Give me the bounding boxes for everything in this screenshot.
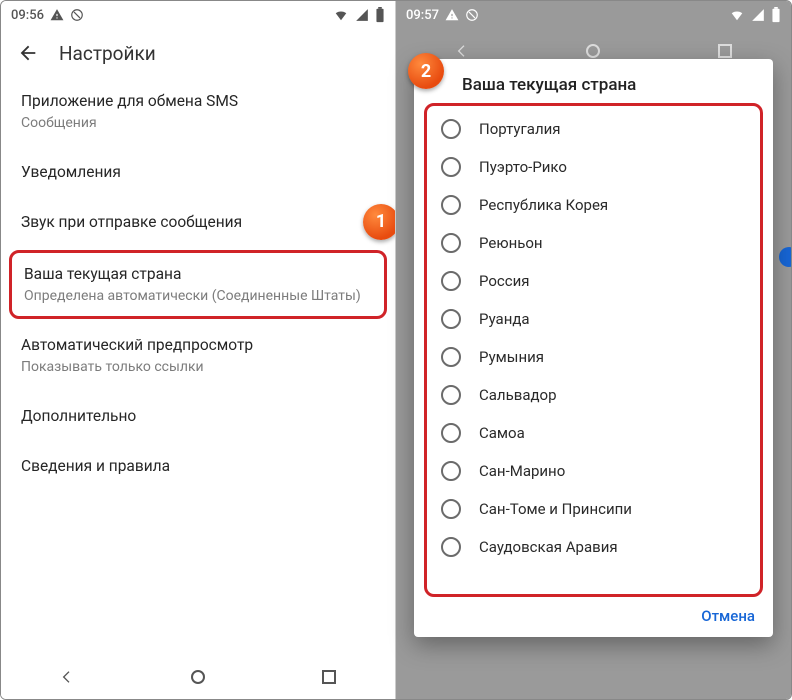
country-option[interactable]: Реюньон [427, 224, 760, 262]
country-option[interactable]: Сан-Томе и Принсипи [427, 490, 760, 528]
app-bar: Настройки [1, 29, 395, 77]
wifi-icon [729, 8, 745, 22]
radio-icon [441, 309, 461, 329]
callout-badge-2: 2 [408, 53, 444, 89]
item-notifications[interactable]: Уведомления [1, 148, 395, 198]
nav-bar [1, 655, 395, 699]
phone-left: 09:56 Настройки Приложение для обмена SM… [1, 1, 396, 699]
radio-icon [441, 537, 461, 557]
wifi-icon [333, 8, 349, 22]
warning-icon [50, 8, 64, 22]
country-option[interactable]: Самоа [427, 414, 760, 452]
nav-recent-icon[interactable] [318, 666, 340, 688]
nav-home-icon[interactable] [187, 666, 209, 688]
item-sms-app[interactable]: Приложение для обмена SMS Сообщения [1, 77, 395, 148]
battery-icon [771, 7, 781, 23]
status-bar: 09:57 [396, 1, 791, 29]
item-title: Звук при отправке сообщения [21, 212, 375, 233]
country-dialog: 2 Ваша текущая страна Португалия Пуэрто-… [414, 59, 773, 637]
radio-icon [441, 233, 461, 253]
country-option[interactable]: Саудовская Аравия [427, 528, 760, 566]
radio-icon [441, 347, 461, 367]
dialog-actions: Отмена [414, 601, 773, 637]
item-title: Автоматический предпросмотр [21, 335, 375, 356]
item-advanced[interactable]: Дополнительно [1, 392, 395, 442]
item-title: Уведомления [21, 162, 375, 183]
radio-icon [441, 271, 461, 291]
radio-icon [441, 385, 461, 405]
radio-icon [441, 119, 461, 139]
no-sync-icon [465, 8, 479, 22]
country-option[interactable]: Сан-Марино [427, 452, 760, 490]
phone-right: 09:57 ПриСоо Уве Зву ВашОпр Шта АвтПок Д… [396, 1, 791, 699]
country-option[interactable]: Пуэрто-Рико [427, 148, 760, 186]
dialog-title: Ваша текущая страна [414, 59, 773, 103]
battery-icon [375, 7, 385, 23]
item-about[interactable]: Сведения и правила [1, 442, 395, 492]
page-title: Настройки [59, 42, 156, 65]
signal-icon [751, 8, 765, 22]
country-option[interactable]: Румыния [427, 338, 760, 376]
radio-icon [441, 423, 461, 443]
item-title: Дополнительно [21, 406, 375, 427]
status-time: 09:56 [11, 8, 44, 23]
signal-icon [355, 8, 369, 22]
country-option[interactable]: Сальвадор [427, 376, 760, 414]
back-arrow-icon[interactable] [17, 42, 39, 64]
country-list[interactable]: Португалия Пуэрто-Рико Республика Корея … [424, 103, 763, 597]
item-auto-preview[interactable]: Автоматический предпросмотр Показывать т… [1, 321, 395, 392]
radio-icon [441, 499, 461, 519]
radio-icon [441, 195, 461, 215]
callout-badge-1: 1 [363, 204, 395, 240]
no-sync-icon [70, 8, 84, 22]
country-dialog-backdrop[interactable]: 2 Ваша текущая страна Португалия Пуэрто-… [396, 29, 791, 655]
country-option[interactable]: Руанда [427, 300, 760, 338]
nav-back-icon[interactable] [56, 666, 78, 688]
item-title: Сведения и правила [21, 456, 375, 477]
radio-icon [441, 157, 461, 177]
item-current-country[interactable]: Ваша текущая страна Определена автоматич… [9, 250, 387, 320]
item-sub: Сообщения [21, 114, 375, 133]
radio-icon [441, 461, 461, 481]
item-title: Приложение для обмена SMS [21, 91, 375, 112]
item-sub: Определена автоматически (Соединенные Шт… [24, 287, 372, 306]
item-sub: Показывать только ссылки [21, 358, 375, 377]
country-option[interactable]: Россия [427, 262, 760, 300]
settings-list: Приложение для обмена SMS Сообщения Увед… [1, 77, 395, 655]
country-option[interactable]: Португалия [427, 110, 760, 148]
country-option[interactable]: Республика Корея [427, 186, 760, 224]
warning-icon [445, 8, 459, 22]
item-title: Ваша текущая страна [24, 264, 372, 285]
item-send-sound[interactable]: Звук при отправке сообщения 1 [1, 198, 395, 248]
cancel-button[interactable]: Отмена [701, 607, 755, 625]
status-time: 09:57 [406, 8, 439, 23]
status-bar: 09:56 [1, 1, 395, 29]
